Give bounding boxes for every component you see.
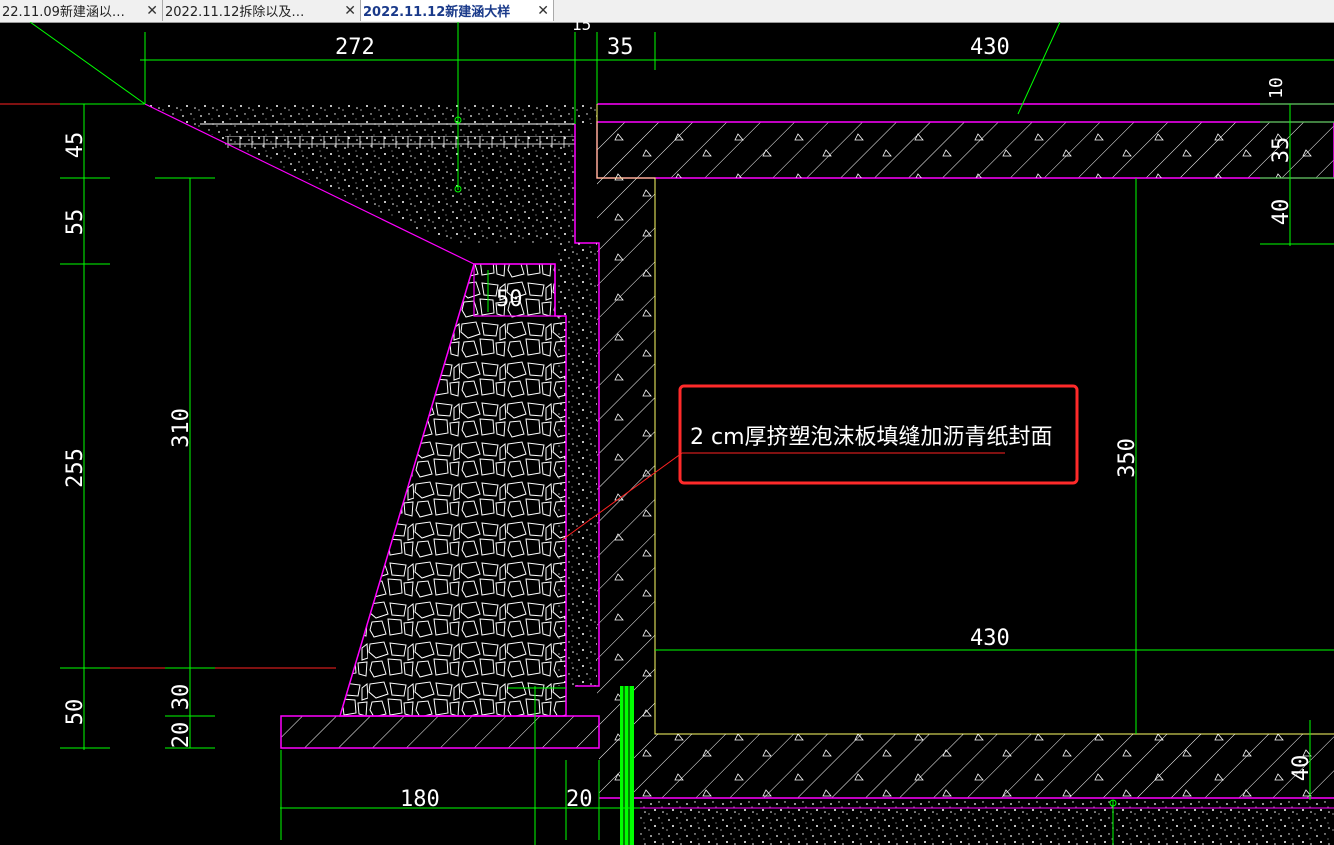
pavement-brick-layer	[225, 136, 575, 148]
dim-30: 30	[169, 684, 194, 711]
annotation-text: 2 cm厚挤塑泡沫板填缝加沥青纸封面	[690, 425, 1053, 450]
dim-50-left: 50	[63, 699, 88, 726]
tab-label: 2022.11.12新建涵大样	[363, 5, 511, 20]
dim-55: 55	[63, 209, 88, 236]
dim-180: 180	[400, 787, 440, 812]
cad-drawing-canvas[interactable]: 272 15 35 430 430 180 20 50 45 55 255 50…	[0, 22, 1334, 845]
tab-drawing-3[interactable]: 2022.11.12新建涵大样 ✕	[361, 0, 554, 21]
dim-40-bottom-right: 40	[1289, 755, 1314, 782]
tab-label: 22.11.09新建涵以…	[2, 5, 125, 20]
dim-20-left: 20	[169, 722, 194, 749]
tab-drawing-1[interactable]: 22.11.09新建涵以… ✕	[0, 0, 163, 21]
dim-310: 310	[169, 408, 194, 448]
dim-45: 45	[63, 132, 88, 159]
dim-35-top: 35	[607, 35, 634, 60]
rubble-stone-wall	[338, 263, 567, 717]
dim-430-bottom: 430	[970, 626, 1010, 651]
wall-footing	[280, 715, 600, 749]
dim-255: 255	[63, 448, 88, 488]
dim-50-cap: 50	[496, 287, 523, 312]
tab-drawing-2[interactable]: 2022.11.12拆除以及… ✕	[163, 0, 361, 21]
dim-272: 272	[335, 35, 375, 60]
road-fill-layer	[145, 104, 597, 243]
close-icon[interactable]: ✕	[537, 3, 549, 19]
dim-430-top: 430	[970, 35, 1010, 60]
dim-15: 15	[572, 22, 591, 34]
dim-20-bottom: 20	[566, 787, 593, 812]
close-icon[interactable]: ✕	[146, 3, 158, 19]
tab-label: 2022.11.12拆除以及…	[165, 5, 305, 20]
document-tab-bar: 22.11.09新建涵以… ✕ 2022.11.12拆除以及… ✕ 2022.1…	[0, 0, 1334, 23]
dim-10-right: 10	[1266, 77, 1287, 99]
dim-40-right: 40	[1269, 199, 1294, 226]
dim-35-right: 35	[1269, 137, 1294, 164]
rebar-post	[620, 686, 634, 845]
dim-350: 350	[1115, 438, 1140, 478]
close-icon[interactable]: ✕	[344, 3, 356, 19]
